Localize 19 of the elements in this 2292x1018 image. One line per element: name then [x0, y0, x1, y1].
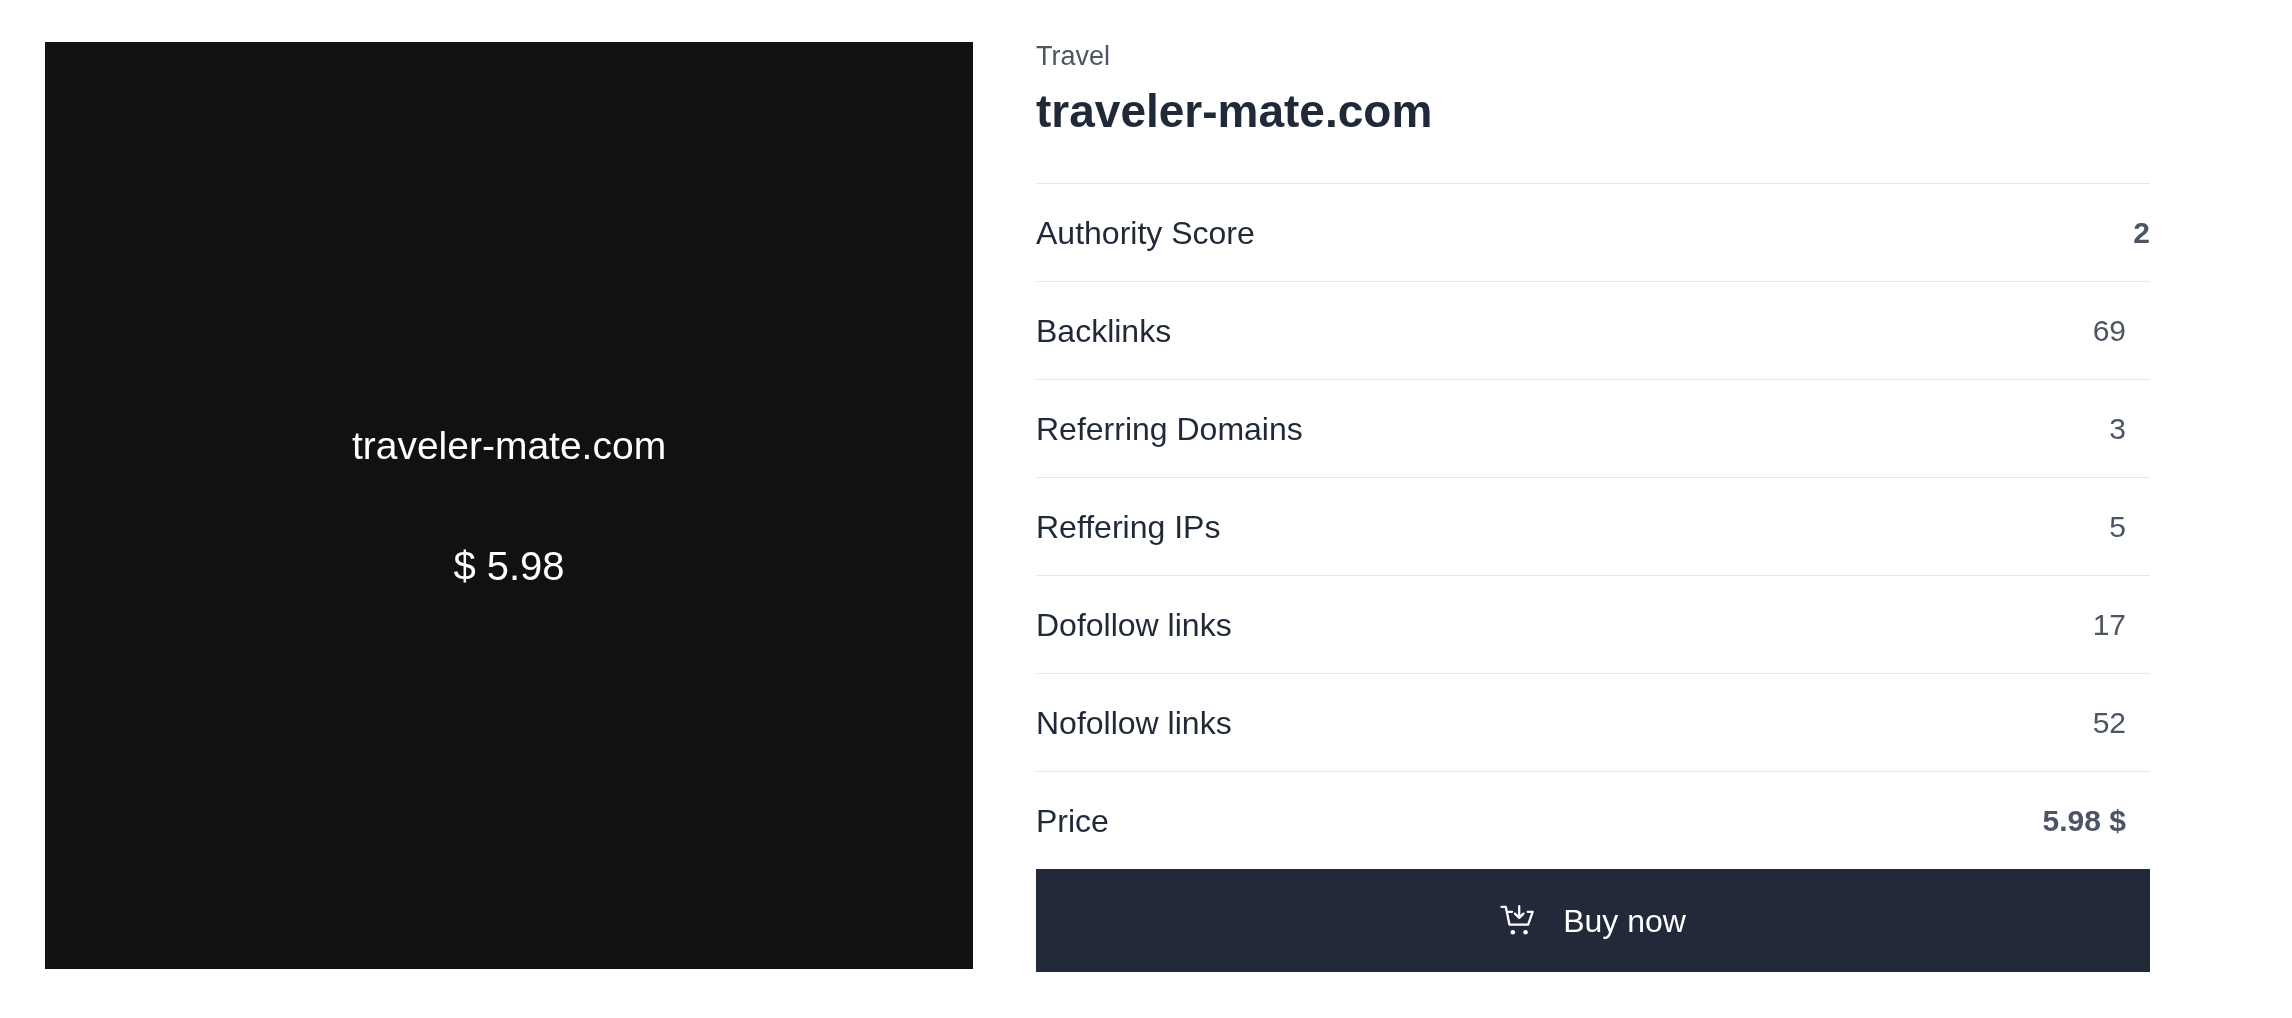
metric-value: 3 — [2109, 411, 2127, 446]
metric-label: Referring Domains — [1036, 410, 1303, 447]
metric-label: Price — [1036, 802, 1109, 839]
category-label: Travel — [1036, 42, 1110, 70]
metric-label: Dofollow links — [1036, 606, 1232, 643]
metric-label: Nofollow links — [1036, 704, 1232, 741]
metric-value: 17 — [2092, 607, 2127, 642]
preview-domain-name: traveler-mate.com — [351, 424, 667, 467]
metric-label: Backlinks — [1036, 312, 1172, 349]
metric-value: 52 — [2092, 705, 2127, 740]
metric-value: 5.98 $ — [2042, 803, 2127, 838]
metric-value: 5 — [2109, 509, 2127, 544]
preview-price: $ 5.98 — [453, 544, 565, 587]
metric-value: 2 — [2133, 215, 2150, 250]
buy-now-button[interactable]: Buy now — [1036, 869, 2150, 972]
metric-label: Reffering IPs — [1036, 508, 1221, 545]
metric-label: Authority Score — [1036, 214, 1255, 251]
metric-value: 69 — [2092, 313, 2127, 348]
domain-title: traveler-mate.com — [1036, 84, 1433, 139]
